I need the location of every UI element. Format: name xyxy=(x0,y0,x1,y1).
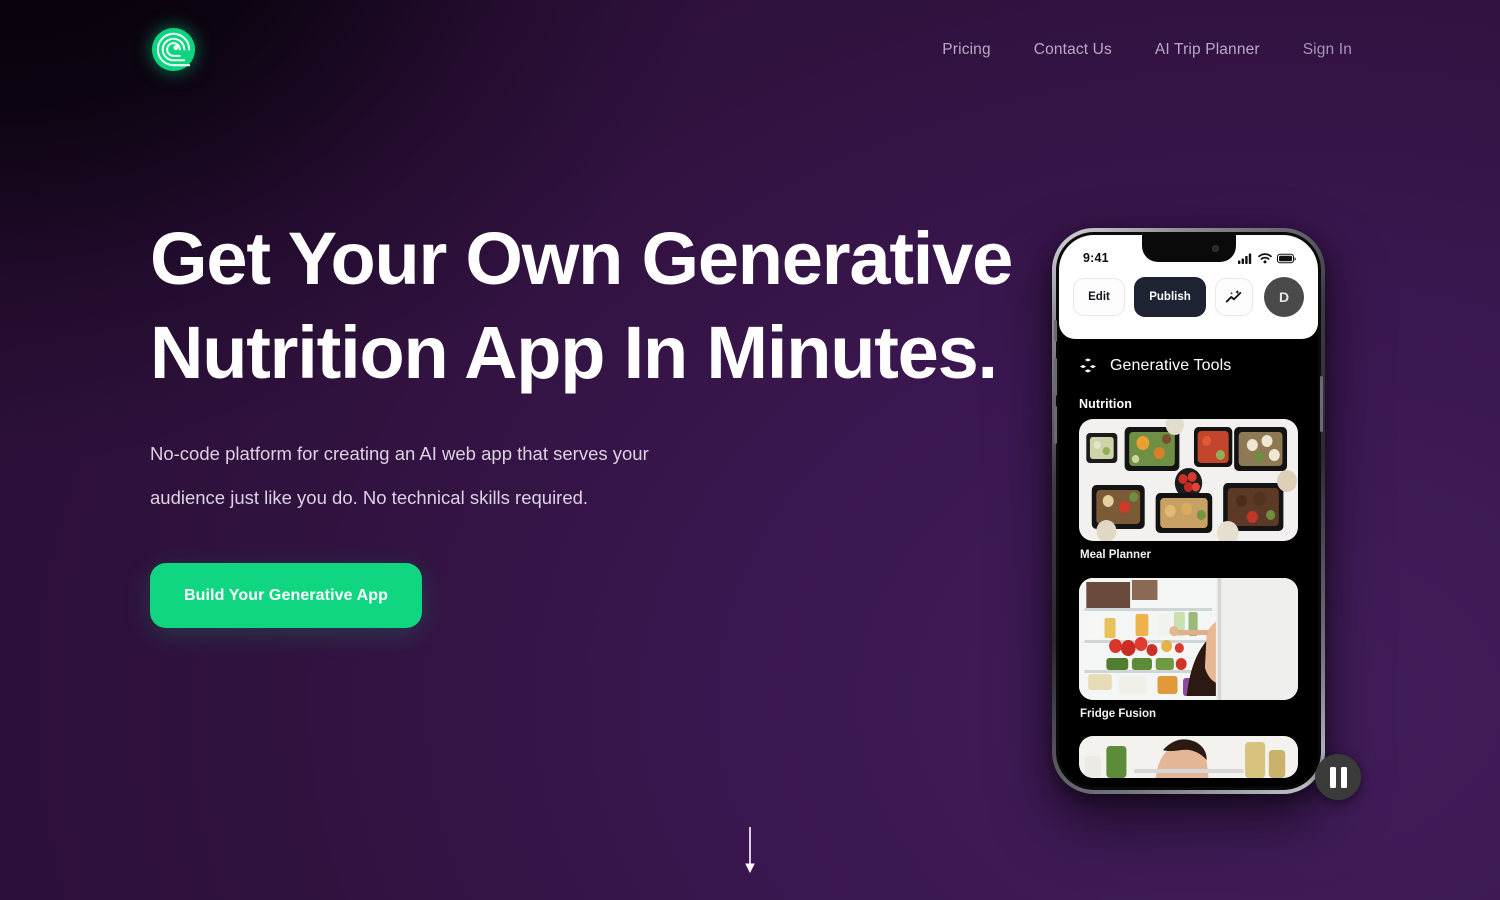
scroll-down-arrow-icon xyxy=(745,827,755,873)
front-camera-icon xyxy=(1211,245,1219,252)
hero-title-line-1: Get Your Own Generative xyxy=(150,217,1013,300)
app-topbar: 9:41 Edit Publish D xyxy=(1059,235,1318,339)
app-content: Generative Tools Nutrition Meal Planner … xyxy=(1059,339,1318,787)
cellular-signal-icon xyxy=(1238,253,1252,264)
phone-power-button xyxy=(1320,376,1323,432)
nav-item-pricing[interactable]: Pricing xyxy=(928,33,1004,67)
phone-notch xyxy=(1141,235,1236,262)
build-your-generative-app-button[interactable]: Build Your Generative App xyxy=(150,563,422,628)
status-icons xyxy=(1238,252,1296,264)
page-title: Get Your Own Generative Nutrition App In… xyxy=(150,212,1050,400)
generative-tools-header: Generative Tools xyxy=(1059,339,1318,377)
hero-section: Get Your Own Generative Nutrition App In… xyxy=(150,212,1050,628)
section-label-nutrition: Nutrition xyxy=(1079,397,1132,411)
pause-icon-second-bar xyxy=(1340,766,1347,788)
home-indicator xyxy=(1133,769,1244,773)
nav-item-contact-us[interactable]: Contact Us xyxy=(1020,33,1126,67)
hero-subtitle-line-1: No-code platform for creating an AI web … xyxy=(150,443,649,464)
tool-card-label: Meal Planner xyxy=(1080,549,1151,561)
scroll-down-indicator[interactable] xyxy=(736,826,764,878)
spiral-wave-logo-icon xyxy=(151,27,196,72)
sparkle-trending-icon xyxy=(1225,289,1242,303)
hero-subtitle-line-2: audience just like you do. No technical … xyxy=(150,487,589,508)
woman-at-fridge-photo xyxy=(1079,578,1298,700)
nav-item-ai-trip-planner[interactable]: AI Trip Planner xyxy=(1141,33,1274,67)
phone-frame: 9:41 Edit Publish D Generative Tools Nut… xyxy=(1052,228,1325,794)
tool-card-label: Fridge Fusion xyxy=(1080,708,1157,720)
user-avatar[interactable]: D xyxy=(1264,277,1304,317)
edit-button[interactable]: Edit xyxy=(1073,278,1125,316)
tool-card-fridge-fusion[interactable]: Fridge Fusion xyxy=(1059,578,1318,720)
hero-subtitle: No-code platform for creating an AI web … xyxy=(150,432,720,520)
meal-trays-photo xyxy=(1079,419,1298,541)
phone-mockup: 9:41 Edit Publish D Generative Tools Nut… xyxy=(1045,222,1361,812)
site-header: Pricing Contact Us AI Trip Planner Sign … xyxy=(0,0,1500,100)
publish-button[interactable]: Publish xyxy=(1134,277,1206,317)
phone-screen: 9:41 Edit Publish D Generative Tools Nut… xyxy=(1059,235,1318,787)
pause-button[interactable] xyxy=(1315,754,1361,800)
status-time: 9:41 xyxy=(1083,251,1109,265)
phone-silent-switch xyxy=(1054,320,1057,342)
blocks-cubes-icon xyxy=(1078,357,1098,374)
brand-logo[interactable] xyxy=(150,26,197,73)
pause-icon xyxy=(1329,766,1336,788)
phone-body: 9:41 Edit Publish D Generative Tools Nut… xyxy=(1056,232,1321,790)
wifi-icon xyxy=(1258,252,1272,263)
app-action-bar: Edit Publish D xyxy=(1059,269,1318,317)
phone-volume-up-button xyxy=(1054,358,1057,396)
landing-page: Pricing Contact Us AI Trip Planner Sign … xyxy=(0,0,1500,900)
main-navigation: Pricing Contact Us AI Trip Planner Sign … xyxy=(928,0,1352,100)
ai-tools-button[interactable] xyxy=(1215,278,1253,316)
phone-volume-down-button xyxy=(1054,406,1057,444)
battery-icon xyxy=(1277,253,1296,263)
hero-title-line-2: Nutrition App In Minutes. xyxy=(150,311,998,394)
tool-card-meal-planner[interactable]: Meal Planner xyxy=(1059,419,1318,561)
nav-item-sign-in[interactable]: Sign In xyxy=(1289,33,1352,67)
generative-tools-title: Generative Tools xyxy=(1110,357,1232,374)
